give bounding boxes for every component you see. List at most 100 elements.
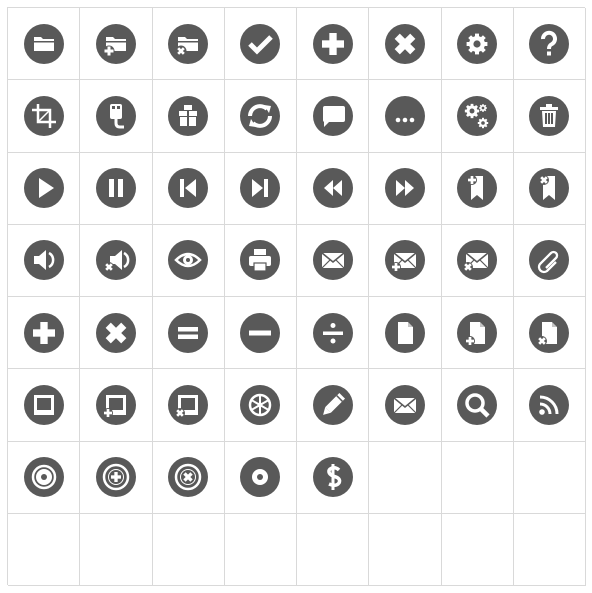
rss-icon xyxy=(529,384,570,425)
minus-icon xyxy=(240,312,281,353)
dollar-icon xyxy=(312,457,353,498)
icon-cell xyxy=(369,297,442,370)
icon-cell xyxy=(152,152,225,225)
icon-cell xyxy=(297,8,370,81)
icon-cell xyxy=(224,80,297,153)
icon-cell xyxy=(224,369,297,442)
icon-cell xyxy=(8,441,81,514)
icon-cell xyxy=(224,297,297,370)
empty-cell xyxy=(513,513,586,586)
more-icon xyxy=(384,95,425,136)
icon-cell xyxy=(8,369,81,442)
bookmark-remove-icon xyxy=(529,168,570,209)
empty-cell xyxy=(441,513,514,586)
disc-remove-icon xyxy=(168,457,209,498)
icon-cell xyxy=(297,152,370,225)
icon-cell xyxy=(8,297,81,370)
empty-cell xyxy=(224,513,297,586)
wheel-icon xyxy=(240,384,281,425)
search-icon xyxy=(457,384,498,425)
printer-icon xyxy=(240,240,281,281)
icon-cell xyxy=(369,369,442,442)
help-icon xyxy=(529,23,570,64)
empty-cell xyxy=(441,441,514,514)
frame-icon xyxy=(23,384,64,425)
mail-add-icon xyxy=(384,240,425,281)
plus-icon xyxy=(312,23,353,64)
icon-cell xyxy=(152,297,225,370)
icon-cell xyxy=(297,224,370,297)
settings-icon xyxy=(457,95,498,136)
icon-sheet xyxy=(7,7,586,586)
folder-icon xyxy=(23,23,64,64)
icon-cell xyxy=(297,297,370,370)
icon-cell xyxy=(80,369,153,442)
icon-cell xyxy=(152,224,225,297)
folder-remove-icon xyxy=(168,23,209,64)
chat-icon xyxy=(312,95,353,136)
icon-cell xyxy=(513,369,586,442)
usb-icon xyxy=(95,95,136,136)
icon-cell xyxy=(441,369,514,442)
pause-icon xyxy=(95,168,136,209)
checkmark-icon xyxy=(240,23,281,64)
paperclip-icon xyxy=(529,240,570,281)
divide-icon xyxy=(312,312,353,353)
icon-cell xyxy=(152,441,225,514)
document-icon xyxy=(384,312,425,353)
envelope-icon xyxy=(384,384,425,425)
icon-cell xyxy=(224,224,297,297)
icon-cell xyxy=(513,80,586,153)
empty-cell xyxy=(80,513,153,586)
empty-cell xyxy=(8,513,81,586)
icon-cell xyxy=(80,441,153,514)
icon-cell xyxy=(441,80,514,153)
icon-cell xyxy=(152,8,225,81)
icon-cell xyxy=(441,152,514,225)
icon-cell xyxy=(297,441,370,514)
icon-cell xyxy=(513,8,586,81)
icon-cell xyxy=(8,224,81,297)
icon-cell xyxy=(513,224,586,297)
empty-cell xyxy=(369,441,442,514)
cd-icon xyxy=(240,457,281,498)
empty-cell xyxy=(369,513,442,586)
folder-add-icon xyxy=(95,23,136,64)
icon-cell xyxy=(224,8,297,81)
volume-icon xyxy=(23,240,64,281)
empty-cell xyxy=(152,513,225,586)
fast-forward-icon xyxy=(384,168,425,209)
mail-remove-icon xyxy=(457,240,498,281)
icon-cell xyxy=(297,80,370,153)
mail-icon xyxy=(312,240,353,281)
bookmark-add-icon xyxy=(457,168,498,209)
rewind-icon xyxy=(312,168,353,209)
icon-cell xyxy=(80,8,153,81)
remove-icon xyxy=(95,312,136,353)
frame-remove-icon xyxy=(168,384,209,425)
equals-icon xyxy=(168,312,209,353)
disc-icon xyxy=(23,457,64,498)
icon-cell xyxy=(441,224,514,297)
pencil-icon xyxy=(312,384,353,425)
icon-cell xyxy=(80,297,153,370)
icon-cell xyxy=(369,8,442,81)
icon-cell xyxy=(297,369,370,442)
trash-icon xyxy=(529,95,570,136)
frame-add-icon xyxy=(95,384,136,425)
icon-cell xyxy=(224,152,297,225)
icon-cell xyxy=(8,80,81,153)
icon-cell xyxy=(224,441,297,514)
icon-cell xyxy=(80,152,153,225)
icon-cell xyxy=(369,224,442,297)
icon-cell xyxy=(441,297,514,370)
icon-cell xyxy=(80,224,153,297)
icon-cell xyxy=(369,152,442,225)
refresh-icon xyxy=(240,95,281,136)
icon-cell xyxy=(8,152,81,225)
gear-icon xyxy=(457,23,498,64)
close-icon xyxy=(384,23,425,64)
icon-cell xyxy=(152,369,225,442)
document-remove-icon xyxy=(529,312,570,353)
volume-mute-icon xyxy=(95,240,136,281)
